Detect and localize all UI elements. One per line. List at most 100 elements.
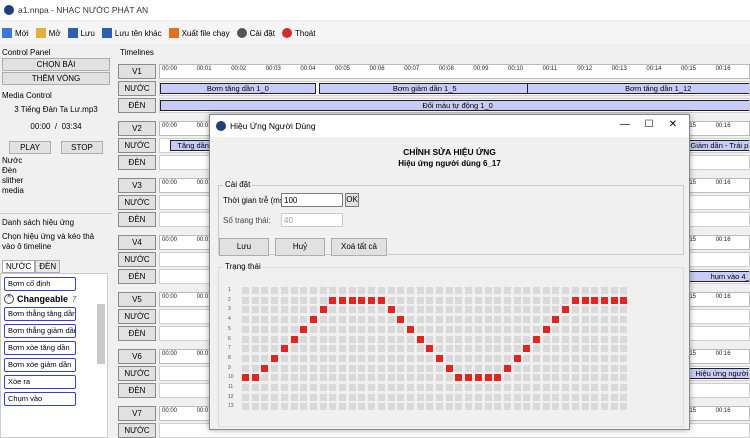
- grid-cell[interactable]: [368, 306, 376, 314]
- grid-cell[interactable]: [242, 287, 249, 294]
- grid-cell-active[interactable]: [397, 316, 405, 324]
- grid-cell[interactable]: [261, 335, 269, 343]
- grid-cell[interactable]: [309, 364, 317, 372]
- grid-cell[interactable]: [261, 345, 269, 353]
- nuoc-track-label[interactable]: NƯỚC: [118, 81, 156, 96]
- grid-cell[interactable]: [406, 364, 414, 372]
- states-input[interactable]: [281, 213, 343, 227]
- grid-cell[interactable]: [465, 354, 473, 362]
- grid-cell[interactable]: [533, 287, 540, 294]
- grid-cell[interactable]: [455, 325, 463, 333]
- grid-cell[interactable]: [591, 364, 599, 372]
- grid-cell[interactable]: [309, 354, 317, 362]
- track-name-v6[interactable]: V6: [118, 349, 156, 364]
- effect-item[interactable]: Bơm thẳng giảm dần: [4, 324, 76, 338]
- grid-cell[interactable]: [474, 296, 482, 304]
- grid-cell[interactable]: [503, 306, 511, 314]
- grid-cell[interactable]: [484, 325, 492, 333]
- grid-cell[interactable]: [251, 393, 259, 401]
- delay-input[interactable]: [281, 193, 343, 207]
- grid-cell[interactable]: [251, 345, 259, 353]
- grid-cell[interactable]: [484, 403, 492, 411]
- grid-cell[interactable]: [484, 345, 492, 353]
- grid-cell[interactable]: [290, 287, 298, 294]
- grid-cell[interactable]: [562, 345, 570, 353]
- grid-cell-active[interactable]: [513, 354, 521, 362]
- grid-cell[interactable]: [261, 384, 269, 391]
- grid-cell-active[interactable]: [339, 296, 346, 304]
- grid-cell[interactable]: [309, 296, 317, 304]
- grid-cell[interactable]: [397, 325, 405, 333]
- grid-cell[interactable]: [348, 306, 356, 314]
- grid-cell-active[interactable]: [319, 306, 327, 314]
- grid-cell[interactable]: [387, 393, 395, 401]
- grid-cell[interactable]: [581, 364, 589, 372]
- grid-cell[interactable]: [445, 325, 453, 333]
- grid-cell[interactable]: [581, 325, 589, 333]
- grid-cell[interactable]: [474, 335, 482, 343]
- grid-cell[interactable]: [552, 287, 560, 294]
- grid-cell[interactable]: [242, 384, 249, 391]
- grid-cell[interactable]: [503, 384, 511, 391]
- grid-cell-active[interactable]: [348, 296, 356, 304]
- grid-cell[interactable]: [329, 354, 337, 362]
- grid-cell[interactable]: [465, 364, 473, 372]
- grid-cell[interactable]: [562, 325, 570, 333]
- grid-cell[interactable]: [494, 364, 502, 372]
- grid-cell[interactable]: [494, 403, 502, 411]
- grid-cell[interactable]: [523, 403, 531, 411]
- den-lane[interactable]: Đổi màu tự động 1_0: [159, 98, 750, 113]
- grid-cell[interactable]: [610, 374, 618, 382]
- track-name-v7[interactable]: V7: [118, 406, 156, 421]
- ok-button[interactable]: OK: [345, 193, 359, 207]
- grid-cell[interactable]: [552, 393, 560, 401]
- grid-cell[interactable]: [620, 384, 628, 391]
- den-track-label[interactable]: ĐÈN: [118, 383, 156, 398]
- grid-cell[interactable]: [455, 287, 463, 294]
- grid-cell[interactable]: [542, 316, 550, 324]
- grid-cell[interactable]: [358, 306, 366, 314]
- grid-cell[interactable]: [406, 374, 414, 382]
- grid-cell[interactable]: [503, 287, 511, 294]
- grid-cell[interactable]: [387, 287, 395, 294]
- toolbar-button-6[interactable]: Thoát: [281, 28, 315, 38]
- grid-cell[interactable]: [445, 316, 453, 324]
- grid-cell[interactable]: [387, 325, 395, 333]
- grid-cell[interactable]: [377, 364, 385, 372]
- grid-cell[interactable]: [542, 364, 550, 372]
- grid-cell[interactable]: [387, 345, 395, 353]
- grid-cell[interactable]: [377, 374, 385, 382]
- grid-cell[interactable]: [368, 316, 376, 324]
- grid-cell[interactable]: [319, 364, 327, 372]
- grid-cell-active[interactable]: [416, 335, 424, 343]
- grid-cell[interactable]: [581, 335, 589, 343]
- nuoc-track-label[interactable]: NƯỚC: [118, 309, 156, 324]
- grid-cell[interactable]: [242, 345, 249, 353]
- grid-cell[interactable]: [445, 296, 453, 304]
- grid-cell[interactable]: [319, 296, 327, 304]
- grid-cell[interactable]: [406, 393, 414, 401]
- grid-cell[interactable]: [348, 374, 356, 382]
- grid-cell[interactable]: [523, 364, 531, 372]
- grid-cell[interactable]: [290, 345, 298, 353]
- grid-cell[interactable]: [533, 374, 540, 382]
- grid-cell[interactable]: [484, 306, 492, 314]
- grid-cell[interactable]: [251, 306, 259, 314]
- grid-cell[interactable]: [348, 403, 356, 411]
- grid-cell[interactable]: [251, 335, 259, 343]
- grid-cell[interactable]: [368, 374, 376, 382]
- grid-cell[interactable]: [600, 335, 608, 343]
- grid-cell[interactable]: [465, 384, 473, 391]
- grid-cell[interactable]: [474, 325, 482, 333]
- grid-cell[interactable]: [562, 354, 570, 362]
- grid-cell[interactable]: [455, 393, 463, 401]
- grid-cell[interactable]: [620, 354, 628, 362]
- grid-cell[interactable]: [436, 287, 443, 294]
- grid-cell[interactable]: [339, 325, 346, 333]
- grid-cell[interactable]: [474, 364, 482, 372]
- grid-cell[interactable]: [271, 325, 279, 333]
- grid-cell[interactable]: [300, 374, 308, 382]
- grid-cell[interactable]: [348, 325, 356, 333]
- grid-cell[interactable]: [571, 403, 579, 411]
- grid-cell[interactable]: [300, 345, 308, 353]
